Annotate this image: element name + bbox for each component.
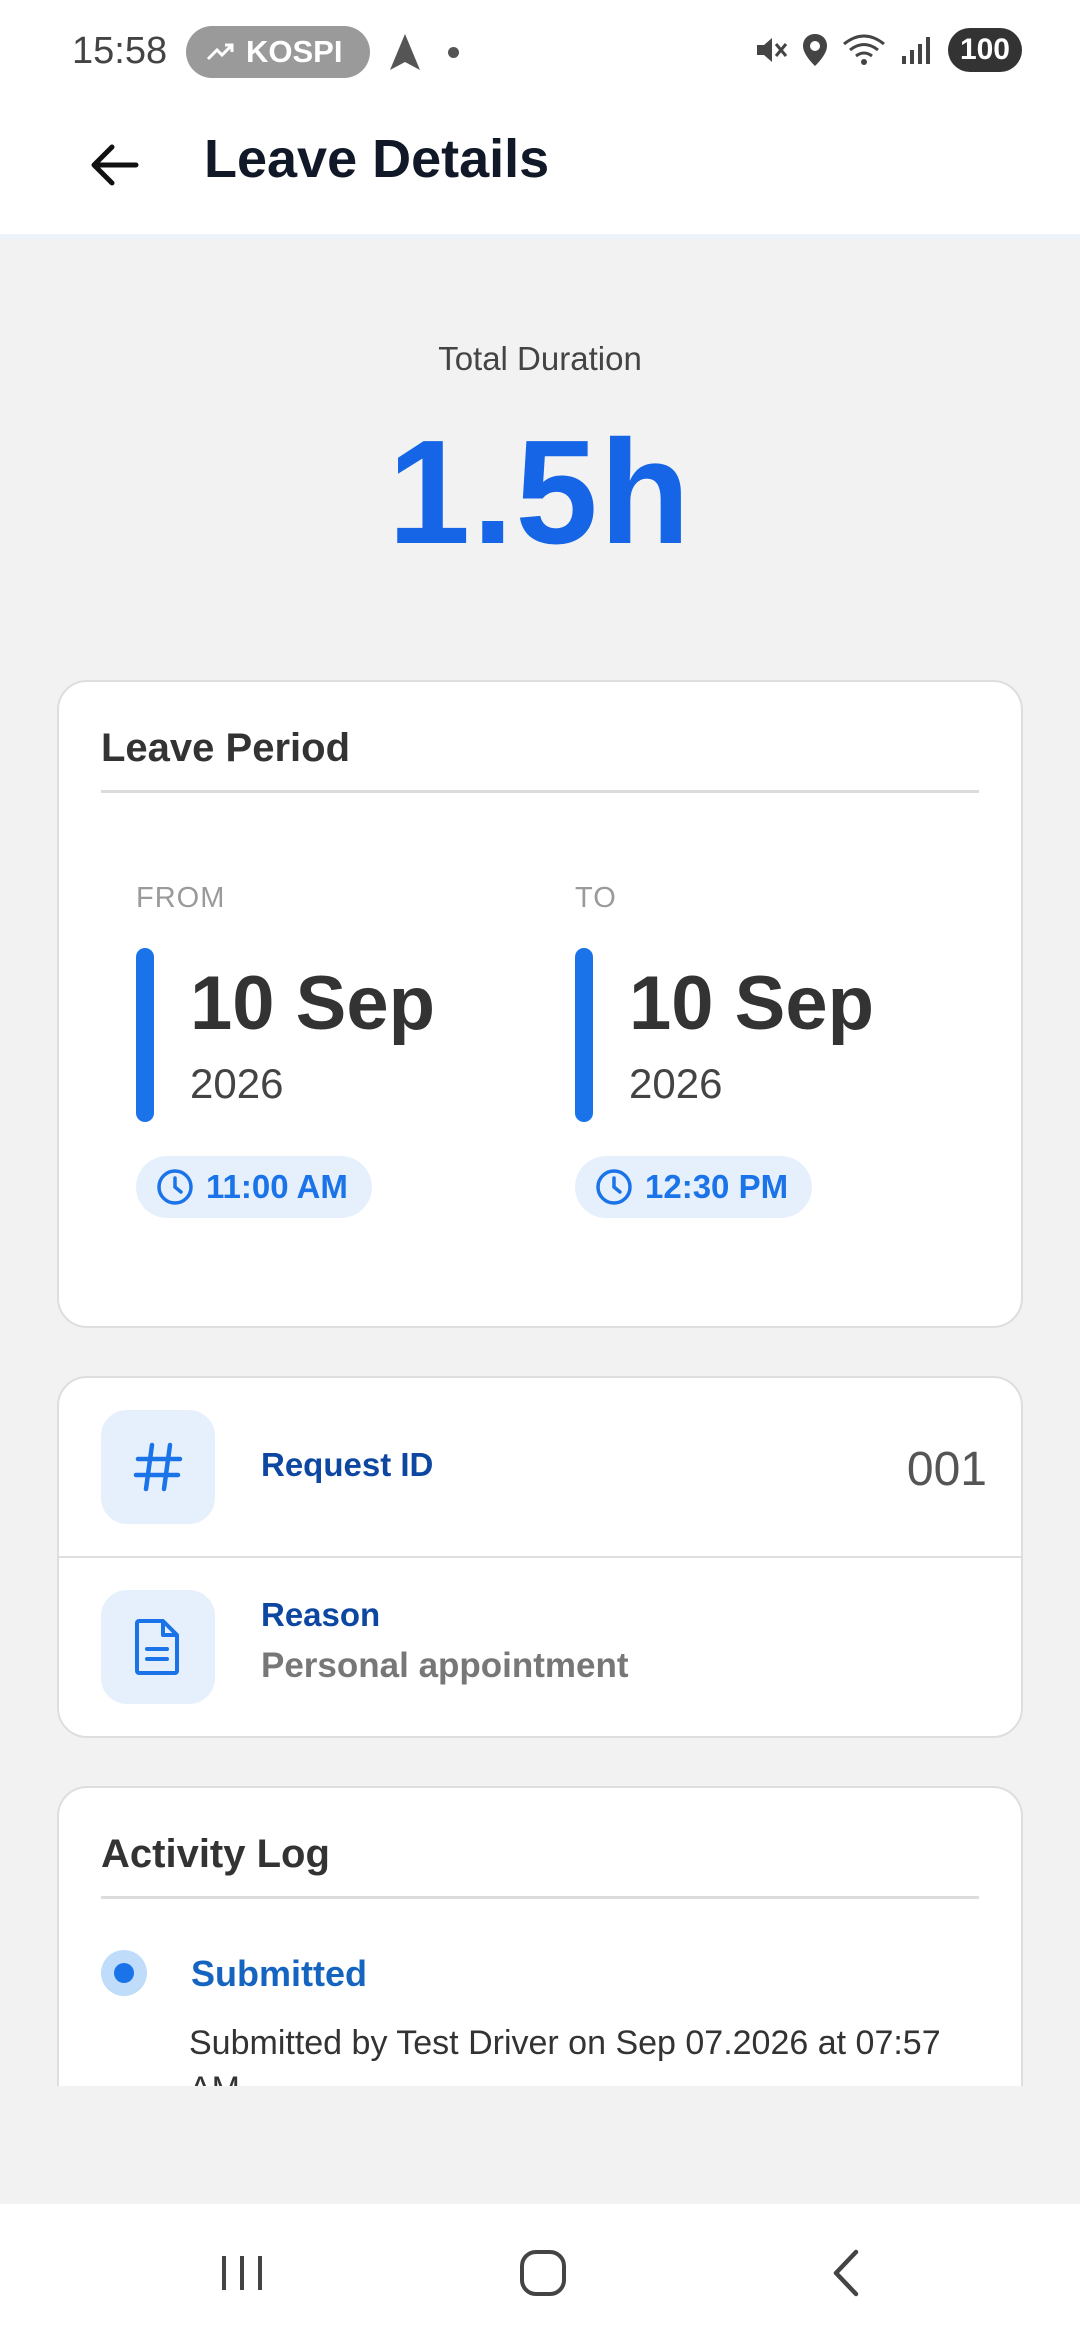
mute-icon xyxy=(756,38,788,62)
battery-indicator: 100 xyxy=(947,28,1022,72)
arrow-left-icon xyxy=(91,144,139,186)
system-nav-bar xyxy=(0,2204,1080,2340)
from-time: 11:00 AM xyxy=(206,1168,348,1205)
reason-value: Personal appointment xyxy=(261,1646,629,1685)
request-details-card: Request ID 001 Reason Personal appointme… xyxy=(57,1376,1023,1738)
to-date: 10 Sep 2026 xyxy=(575,948,935,1124)
page-title: Leave Details xyxy=(204,129,550,189)
location-icon xyxy=(802,34,827,66)
to-column: TO 10 Sep 2026 12:30 PM xyxy=(575,882,874,1218)
navigation-arrow-icon xyxy=(390,34,420,70)
request-id-value: 001 xyxy=(906,1443,987,1496)
ticker-pill: KOSPI xyxy=(186,26,370,78)
back-nav-button[interactable] xyxy=(806,2238,886,2308)
activity-description: Submitted by Test Driver on Sep 07.2026 … xyxy=(189,2024,941,2086)
wifi-icon xyxy=(843,34,885,65)
from-date: 10 Sep 2026 xyxy=(136,948,496,1124)
activity-log-title: Activity Log xyxy=(101,1832,330,1876)
activity-status: Submitted xyxy=(191,1953,367,1994)
to-time-chip: 12:30 PM xyxy=(575,1156,813,1218)
request-id-icon-tile xyxy=(101,1410,215,1524)
from-day: 10 Sep xyxy=(190,961,436,1046)
from-label: FROM xyxy=(136,882,226,914)
to-label: TO xyxy=(575,882,617,914)
trend-up-icon xyxy=(206,43,234,61)
home-icon xyxy=(520,2250,566,2296)
status-bar: 15:58 KOSPI 100 xyxy=(0,0,1080,104)
accent-bar xyxy=(575,948,593,1122)
duration-label: Total Duration xyxy=(438,340,642,377)
recent-apps-icon xyxy=(222,2256,262,2290)
status-time: 15:58 xyxy=(72,30,168,72)
from-column: FROM 10 Sep 2026 11:00 AM xyxy=(136,882,435,1218)
leave-period-card: Leave Period FROM 10 Sep 2026 11:00 AM T… xyxy=(57,680,1023,1328)
document-icon xyxy=(135,1619,179,1675)
ticker-label: KOSPI xyxy=(246,34,343,69)
clock-icon xyxy=(596,1169,632,1205)
hash-icon xyxy=(133,1442,183,1492)
notification-dot-icon xyxy=(448,47,459,58)
request-id-label: Request ID xyxy=(261,1446,434,1483)
to-time: 12:30 PM xyxy=(645,1168,789,1205)
divider xyxy=(101,1896,979,1899)
home-button[interactable] xyxy=(503,2238,583,2308)
clock-icon xyxy=(157,1169,193,1205)
signal-icon xyxy=(901,37,930,64)
status-icons: 100 xyxy=(754,28,1022,72)
accent-bar xyxy=(136,948,154,1122)
from-time-chip: 11:00 AM xyxy=(136,1156,372,1218)
activity-log-card: Activity Log Submitted Submitted by Test… xyxy=(57,1786,1023,2086)
back-button[interactable] xyxy=(82,132,148,198)
chevron-left-icon xyxy=(833,2249,859,2297)
app-bar: Leave Details xyxy=(0,104,1080,240)
to-year: 2026 xyxy=(629,1060,723,1107)
leave-period-title: Leave Period xyxy=(101,726,351,770)
reason-icon-tile xyxy=(101,1590,215,1704)
reason-row: Reason Personal appointment xyxy=(59,1558,1021,1738)
request-id-row: Request ID 001 xyxy=(59,1378,1021,1558)
from-year: 2026 xyxy=(190,1060,284,1107)
recent-apps-button[interactable] xyxy=(202,2238,282,2308)
timeline-dot-icon xyxy=(101,1950,147,1996)
duration-value: 1.5h xyxy=(387,410,693,575)
to-day: 10 Sep xyxy=(629,961,875,1046)
divider xyxy=(101,790,979,793)
reason-label: Reason xyxy=(261,1596,381,1633)
